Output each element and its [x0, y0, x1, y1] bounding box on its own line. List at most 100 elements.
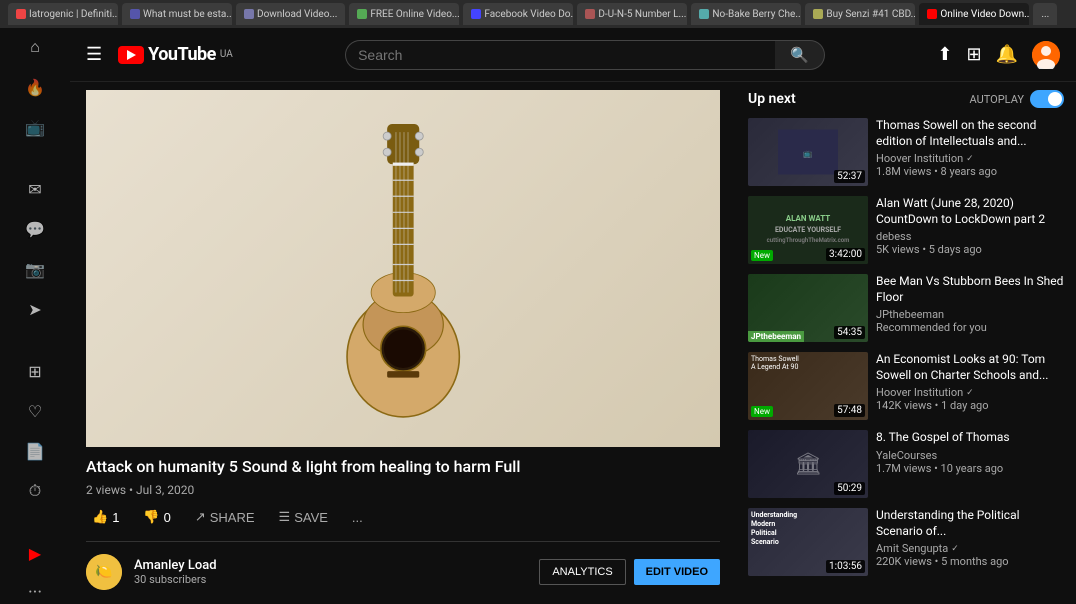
menu-icon[interactable]: ☰ [86, 44, 102, 65]
up-next-item-6[interactable]: UnderstandingModernPoliticalScenario 1:0… [748, 508, 1064, 576]
tab-3[interactable]: Download Video... [236, 3, 345, 25]
up-next-channel-2: debess [876, 230, 1064, 243]
video-title: Attack on humanity 5 Sound & light from … [86, 457, 720, 478]
video-actions: 👍 1 👎 0 ↗ SHARE ☰ SAVE ... [86, 505, 720, 542]
thumb-duration-4: 57:48 [834, 404, 865, 417]
up-next-channel-3: JPthebeeman [876, 308, 1064, 321]
tab-6[interactable]: D-U-N-5 Number L... [577, 3, 687, 25]
sidebar-chat[interactable]: 💬 [24, 218, 46, 240]
user-avatar[interactable] [1032, 41, 1060, 69]
up-next-thumb-1: 📺 52:37 [748, 118, 868, 186]
video-meta: 2 views • Jul 3, 2020 [86, 483, 720, 497]
autoplay-row: AUTOPLAY [970, 90, 1064, 108]
up-next-info-6: Understanding the Political Scenario of.… [876, 508, 1064, 576]
up-next-meta-4: 142K views • 1 day ago [876, 399, 1064, 412]
sidebar-youtube-red[interactable]: ▶ [24, 542, 46, 564]
notifications-icon[interactable]: 🔔 [996, 44, 1018, 65]
thumb-duration-3: 54:35 [834, 326, 865, 339]
tab-1[interactable]: Iatrogenic | Definiti... [8, 3, 118, 25]
up-next-item-5[interactable]: 🏛 50:29 8. The Gospel of Thomas YaleCour… [748, 430, 1064, 498]
up-next-info-4: An Economist Looks at 90: Tom Sowell on … [876, 352, 1064, 420]
video-thumbnail [86, 90, 720, 447]
guitar-image [86, 90, 720, 447]
browser-tabs: Iatrogenic | Definiti... What must be es… [0, 0, 1076, 28]
sidebar-liked[interactable]: ♡ [24, 400, 46, 422]
up-next-info-1: Thomas Sowell on the second edition of I… [876, 118, 1064, 186]
send-icon: ➤ [24, 298, 46, 320]
header-actions: ⬆ ⊞ 🔔 [937, 41, 1060, 69]
tab-2[interactable]: What must be esta... [122, 3, 232, 25]
up-next-channel-5: YaleCourses [876, 449, 1064, 462]
tab-4[interactable]: FREE Online Video... [349, 3, 459, 25]
thumb-badge-2: New [751, 250, 773, 261]
sidebar-library[interactable]: 📄 [24, 440, 46, 462]
tab-more[interactable]: ... [1033, 3, 1057, 25]
up-next-meta-2: 5K views • 5 days ago [876, 243, 1064, 256]
dislike-button[interactable]: 👎 0 [137, 505, 176, 529]
left-sidebar: ⌂ 🔥 📺 ✉ 💬 📷 ➤ ⊞ ♡ 📄 ⏱ [0, 28, 70, 604]
search-input[interactable] [345, 40, 775, 70]
search-button[interactable]: 🔍 [775, 40, 825, 70]
sidebar-apps[interactable]: ⊞ [24, 360, 46, 382]
chat-icon: 💬 [24, 218, 46, 240]
sidebar-home[interactable]: ⌂ [24, 36, 46, 58]
autoplay-label: AUTOPLAY [970, 93, 1024, 106]
sidebar-history[interactable]: ⏱ [24, 480, 46, 502]
analytics-button[interactable]: ANALYTICS [539, 559, 625, 585]
like-button[interactable]: 👍 1 [86, 505, 125, 529]
thumb-badge-4: New [751, 406, 773, 417]
sidebar-instagram[interactable]: 📷 [24, 258, 46, 280]
tab-9-active[interactable]: Online Video Down... [919, 3, 1029, 25]
sidebar-send[interactable]: ➤ [24, 298, 46, 320]
channel-avatar[interactable]: 🍋 [86, 554, 122, 590]
up-next-video-title-2: Alan Watt (June 28, 2020) CountDown to L… [876, 196, 1064, 227]
up-next-channel-1: Hoover Institution ✓ [876, 152, 1064, 165]
publish-date: Jul 3, 2020 [136, 483, 194, 497]
youtube-logo[interactable]: YouTubeUA [118, 44, 233, 65]
thumb-duration-6: 1:03:56 [826, 560, 865, 573]
sidebar-trending[interactable]: 🔥 [24, 76, 46, 98]
verified-icon-4: ✓ [966, 388, 974, 398]
sidebar-subscriptions[interactable]: 📺 [24, 116, 46, 138]
youtube-container: ⌂ 🔥 📺 ✉ 💬 📷 ➤ ⊞ ♡ 📄 ⏱ [0, 28, 1076, 604]
sidebar-more-dots[interactable]: ··· [28, 582, 42, 603]
share-button[interactable]: ↗ SHARE [189, 505, 261, 529]
up-next-item-1[interactable]: 📺 52:37 Thomas Sowell on the second edit… [748, 118, 1064, 186]
channel-subscribers: 30 subscribers [134, 573, 527, 586]
channel-row: 🍋 Amanley Load 30 subscribers ANALYTICS … [86, 554, 720, 590]
autoplay-toggle[interactable] [1030, 90, 1064, 108]
youtube-logo-icon [118, 46, 144, 64]
up-next-video-title-6: Understanding the Political Scenario of.… [876, 508, 1064, 539]
up-next-item-2[interactable]: ALAN WATTEDUCATE YOURSELFcuttingThroughT… [748, 196, 1064, 264]
video-player [86, 90, 720, 447]
up-next-info-3: Bee Man Vs Stubborn Bees In Shed Floor J… [876, 274, 1064, 342]
up-next-item-3[interactable]: JPthebeeman 54:35 Bee Man Vs Stubborn Be… [748, 274, 1064, 342]
tab-7[interactable]: No-Bake Berry Che... [691, 3, 801, 25]
up-next-thumb-2: ALAN WATTEDUCATE YOURSELFcuttingThroughT… [748, 196, 868, 264]
tab-5[interactable]: Facebook Video Do... [463, 3, 573, 25]
save-button[interactable]: ☰ SAVE [273, 505, 334, 529]
up-next-thumb-3: JPthebeeman 54:35 [748, 274, 868, 342]
apps-icon: ⊞ [24, 360, 46, 382]
svg-text:📺: 📺 [803, 149, 812, 158]
upnext-title: Up next [748, 91, 796, 107]
messages-icon: ✉ [24, 178, 46, 200]
player-area: Attack on humanity 5 Sound & light from … [70, 82, 736, 604]
library-icon: 📄 [24, 440, 46, 462]
up-next-video-title-3: Bee Man Vs Stubborn Bees In Shed Floor [876, 274, 1064, 305]
up-next-panel: Up next AUTOPLAY 📺 52:37 Th [736, 82, 1076, 604]
upload-icon[interactable]: ⬆ [937, 44, 952, 65]
up-next-thumb-5: 🏛 50:29 [748, 430, 868, 498]
sidebar-messages[interactable]: ✉ [24, 178, 46, 200]
channel-actions: ANALYTICS EDIT VIDEO [539, 559, 720, 585]
edit-video-button[interactable]: EDIT VIDEO [634, 559, 720, 585]
thumb-duration-2: 3:42:00 [826, 248, 865, 261]
up-next-meta-5: 1.7M views • 10 years ago [876, 462, 1064, 475]
channel-info: Amanley Load 30 subscribers [134, 558, 527, 586]
home-icon: ⌂ [24, 36, 46, 58]
verified-icon-1: ✓ [966, 154, 974, 164]
grid-icon[interactable]: ⊞ [966, 44, 981, 65]
more-button[interactable]: ... [346, 506, 369, 529]
up-next-item-4[interactable]: Thomas SowellA Legend At 90 57:48 New An… [748, 352, 1064, 420]
tab-8[interactable]: Buy Senzi #41 CBD... [805, 3, 915, 25]
